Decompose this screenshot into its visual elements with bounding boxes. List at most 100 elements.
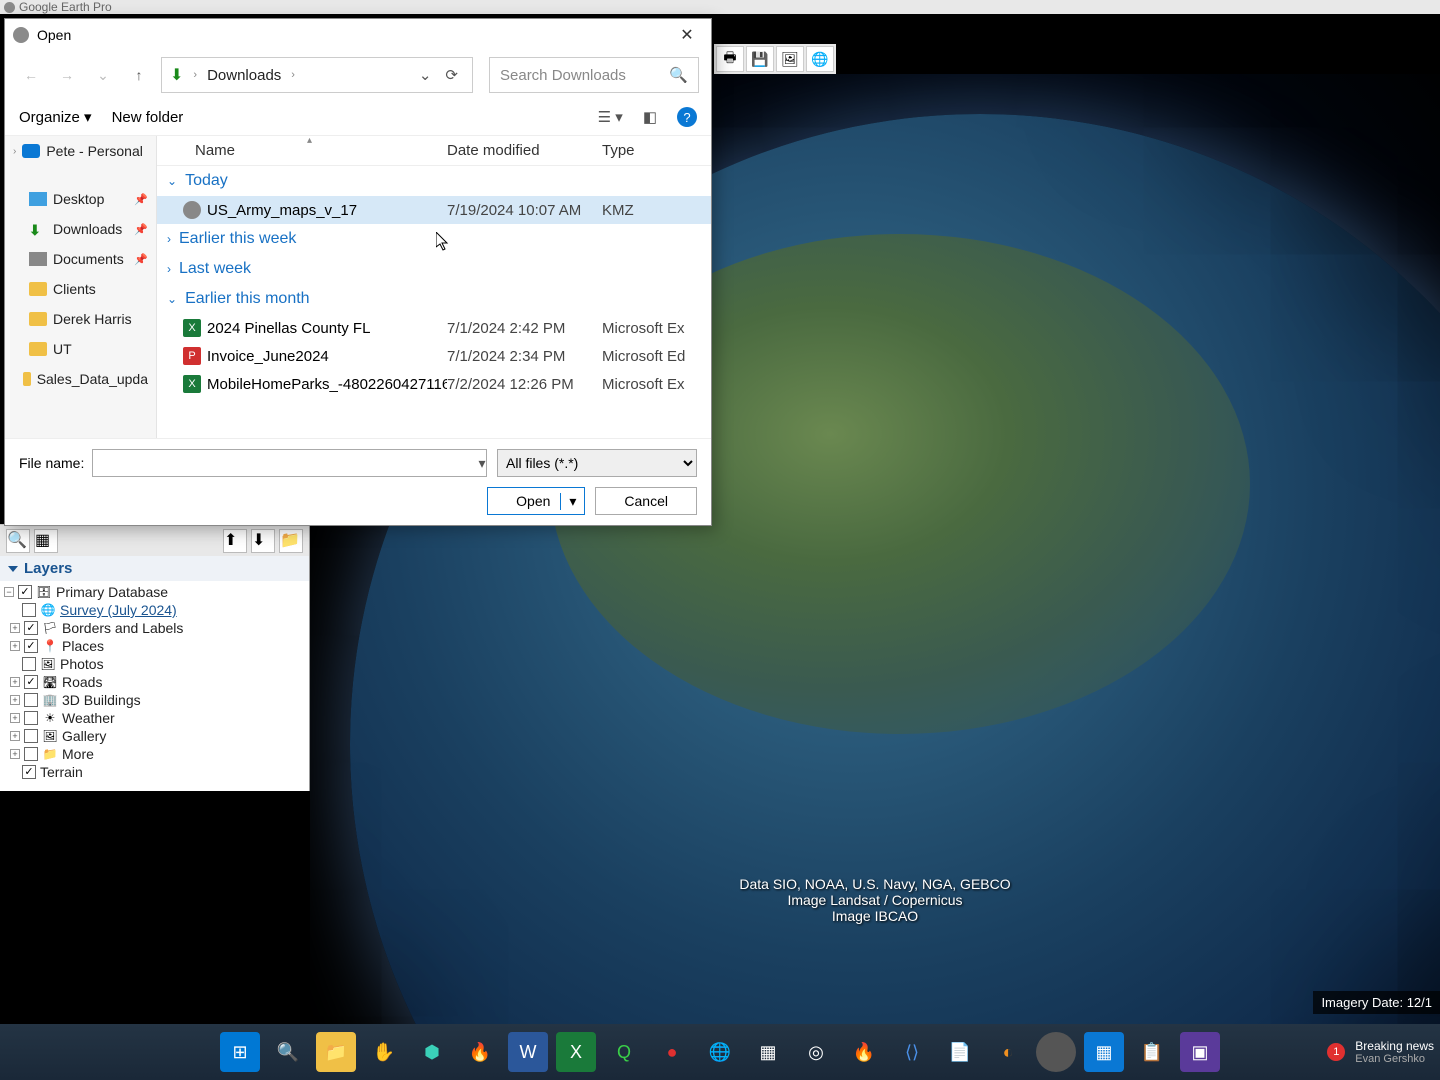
taskbar-vscode[interactable]: ⟨⟩	[892, 1032, 932, 1072]
taskbar-app[interactable]: 📄	[940, 1032, 980, 1072]
taskbar-app[interactable]: Q	[604, 1032, 644, 1072]
taskbar-excel[interactable]: X	[556, 1032, 596, 1072]
group-earlier-month[interactable]: ⌄Earlier this month	[157, 284, 711, 314]
taskbar-blender[interactable]: ◐	[988, 1032, 1028, 1072]
layer-3d[interactable]: 3D Buildings	[62, 692, 141, 708]
places-up-icon[interactable]: ⬆	[223, 529, 247, 553]
layer-checkbox[interactable]	[22, 657, 36, 671]
layer-checkbox[interactable]	[22, 765, 36, 779]
taskbar-app[interactable]: ✋	[364, 1032, 404, 1072]
nav-desktop[interactable]: Desktop📌	[5, 184, 156, 214]
layer-photos[interactable]: Photos	[60, 656, 104, 672]
expand-icon[interactable]: −	[4, 587, 14, 597]
layer-roads[interactable]: Roads	[62, 674, 102, 690]
places-tool-1[interactable]: 🔍	[6, 529, 30, 553]
nav-onedrive[interactable]: ›Pete - Personal	[5, 136, 156, 166]
open-button[interactable]: Open	[487, 487, 585, 515]
expand-icon[interactable]: +	[10, 641, 20, 651]
col-type[interactable]: Type	[602, 142, 711, 159]
recent-dropdown[interactable]: ⌄	[89, 61, 117, 89]
taskbar-chrome[interactable]: 🌐	[700, 1032, 740, 1072]
start-button[interactable]: ⊞	[220, 1032, 260, 1072]
preview-toggle[interactable]: ◧	[643, 108, 657, 126]
file-row[interactable]: US_Army_maps_v_17 7/19/2024 10:07 AM KMZ	[157, 196, 711, 224]
breadcrumb-history-icon[interactable]: ⌄	[419, 66, 432, 84]
toolbar-btn-4[interactable]: 🌐	[806, 46, 834, 72]
taskbar-app[interactable]: ◎	[796, 1032, 836, 1072]
places-down-icon[interactable]: ⬇	[251, 529, 275, 553]
group-last-week[interactable]: ›Last week	[157, 254, 711, 284]
col-date[interactable]: Date modified	[447, 142, 602, 159]
refresh-icon[interactable]: ⟳	[445, 66, 458, 84]
help-button[interactable]: ?	[677, 107, 697, 127]
news-badge[interactable]: 1	[1327, 1043, 1345, 1061]
layer-checkbox[interactable]	[24, 639, 38, 653]
taskbar-firefox[interactable]: 🔥	[460, 1032, 500, 1072]
taskbar-app[interactable]: ●	[652, 1032, 692, 1072]
toolbar-btn-1[interactable]: 🖶	[716, 46, 744, 72]
layer-weather[interactable]: Weather	[62, 710, 115, 726]
taskbar-search[interactable]: 🔍	[268, 1032, 308, 1072]
expand-icon[interactable]: +	[10, 623, 20, 633]
layer-gallery[interactable]: Gallery	[62, 728, 106, 744]
layer-terrain[interactable]: Terrain	[40, 764, 83, 780]
taskbar[interactable]: ⊞ 🔍 📁 ✋ ⬢ 🔥 W X Q ● 🌐 ▦ ◎ 🔥 ⟨⟩ 📄 ◐ ▦ 📋 ▣…	[0, 1024, 1440, 1080]
file-row[interactable]: X2024 Pinellas County FL 7/1/2024 2:42 P…	[157, 314, 711, 342]
view-mode-button[interactable]: ☰ ▾	[598, 108, 623, 126]
taskbar-calc[interactable]: ▦	[1084, 1032, 1124, 1072]
taskbar-app[interactable]: ▣	[1180, 1032, 1220, 1072]
layers-header[interactable]: Layers	[0, 556, 309, 581]
layer-checkbox[interactable]	[18, 585, 32, 599]
col-name[interactable]: ▴Name	[157, 142, 447, 159]
layer-places[interactable]: Places	[62, 638, 104, 654]
taskbar-earth[interactable]	[1036, 1032, 1076, 1072]
taskbar-app[interactable]: 📋	[1132, 1032, 1172, 1072]
cancel-button[interactable]: Cancel	[595, 487, 697, 515]
nav-folder-derek[interactable]: Derek Harris	[5, 304, 156, 334]
layer-checkbox[interactable]	[22, 603, 36, 617]
toolbar-btn-2[interactable]: 💾	[746, 46, 774, 72]
file-row[interactable]: PInvoice_June2024 7/1/2024 2:34 PM Micro…	[157, 342, 711, 370]
file-filter[interactable]: All files (*.*)	[497, 449, 697, 477]
taskbar-word[interactable]: W	[508, 1032, 548, 1072]
nav-folder-ut[interactable]: UT	[5, 334, 156, 364]
expand-icon[interactable]: +	[10, 677, 20, 687]
nav-folder-sales[interactable]: Sales_Data_upda	[5, 364, 156, 394]
expand-icon[interactable]: +	[10, 749, 20, 759]
layer-borders[interactable]: Borders and Labels	[62, 620, 183, 636]
forward-button[interactable]: →	[53, 61, 81, 89]
layer-checkbox[interactable]	[24, 675, 38, 689]
nav-downloads[interactable]: ⬇Downloads📌	[5, 214, 156, 244]
places-folder-icon[interactable]: 📁	[279, 529, 303, 553]
nav-documents[interactable]: Documents📌	[5, 244, 156, 274]
back-button[interactable]: ←	[17, 61, 45, 89]
expand-icon[interactable]: +	[10, 695, 20, 705]
layer-more[interactable]: More	[62, 746, 94, 762]
new-folder-button[interactable]: New folder	[112, 109, 184, 126]
group-earlier-week[interactable]: ›Earlier this week	[157, 224, 711, 254]
close-button[interactable]: ✕	[671, 21, 703, 49]
expand-icon[interactable]: +	[10, 713, 20, 723]
group-today[interactable]: ⌄Today	[157, 166, 711, 196]
breadcrumb[interactable]: ⬇ › Downloads › ⌄ ⟳	[161, 57, 473, 93]
layer-survey[interactable]: Survey (July 2024)	[60, 602, 177, 618]
layer-checkbox[interactable]	[24, 729, 38, 743]
layer-checkbox[interactable]	[24, 693, 38, 707]
up-button[interactable]: ↑	[125, 61, 153, 89]
breadcrumb-current[interactable]: Downloads	[207, 67, 281, 84]
taskbar-app[interactable]: ▦	[748, 1032, 788, 1072]
search-input[interactable]: Search Downloads 🔍	[489, 57, 699, 93]
nav-folder-clients[interactable]: Clients	[5, 274, 156, 304]
organize-button[interactable]: Organize ▾	[19, 108, 92, 126]
file-row[interactable]: XMobileHomeParks_-480226042711618421 7/2…	[157, 370, 711, 398]
layer-checkbox[interactable]	[24, 711, 38, 725]
layer-checkbox[interactable]	[24, 747, 38, 761]
places-tool-2[interactable]: ▦	[34, 529, 58, 553]
news-widget[interactable]: Breaking news Evan Gershko	[1355, 1039, 1434, 1065]
taskbar-app[interactable]: 🔥	[844, 1032, 884, 1072]
filename-input[interactable]	[92, 449, 487, 477]
taskbar-app[interactable]: ⬢	[412, 1032, 452, 1072]
layer-primary[interactable]: Primary Database	[56, 584, 168, 600]
taskbar-explorer[interactable]: 📁	[316, 1032, 356, 1072]
toolbar-btn-3[interactable]: 🖼	[776, 46, 804, 72]
